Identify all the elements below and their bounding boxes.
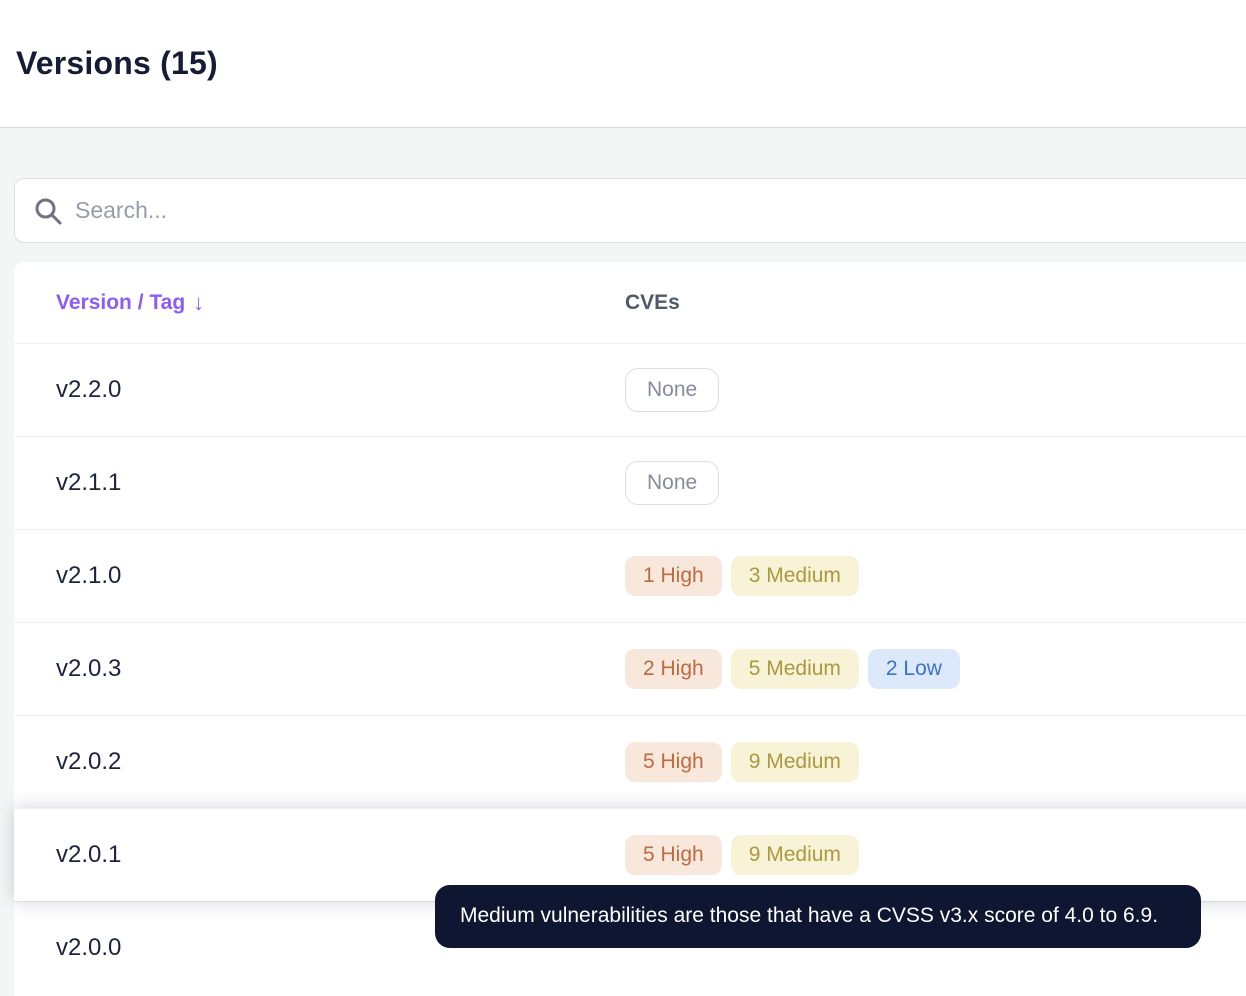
table-row[interactable]: v2.0.3 2 High 5 Medium 2 Low [14,622,1246,715]
version-label: v2.0.1 [56,841,122,868]
cve-badge-medium[interactable]: 3 Medium [730,556,859,596]
sort-descending-icon: ↓ [193,289,205,315]
version-label: v2.0.3 [56,655,122,682]
table-row[interactable]: v2.1.1 None [14,436,1246,529]
cves-cell: 1 High 3 Medium [625,556,1246,596]
cve-badge-medium[interactable]: 5 Medium [730,649,859,689]
cve-badge-low[interactable]: 2 Low [867,649,960,689]
versions-page: Versions (15) Version / Tag ↓ [0,0,1246,996]
table-row[interactable]: v2.2.0 None [14,343,1246,436]
column-cves-label: CVEs [625,290,680,314]
cve-badge-high[interactable]: 2 High [625,649,722,689]
version-label: v2.2.0 [56,376,122,403]
table-row[interactable]: v2.1.0 1 High 3 Medium [14,529,1246,622]
cves-cell: 5 High 9 Medium [625,742,1246,782]
search-box[interactable] [14,178,1246,243]
search-icon [33,196,63,226]
cve-badge-none[interactable]: None [625,461,720,505]
column-version-label: Version / Tag [56,290,186,314]
cves-cell: 5 High 9 Medium [625,835,1246,875]
cves-cell: None [625,461,1246,505]
version-label: v2.1.0 [56,562,122,589]
column-header-cves: CVEs [625,291,1246,315]
cve-badge-high[interactable]: 5 High [625,835,722,875]
table-row[interactable]: v2.0.2 5 High 9 Medium [14,715,1246,808]
medium-cve-tooltip: Medium vulnerabilities are those that ha… [435,885,1201,948]
content-area: Version / Tag ↓ CVEs v2.2.0 None v2.1.1 Non… [0,128,1246,996]
page-header: Versions (15) [0,0,1246,128]
cve-badge-high[interactable]: 5 High [625,742,722,782]
column-header-version: Version / Tag ↓ [14,290,625,316]
table-header-row: Version / Tag ↓ CVEs [14,262,1246,343]
cves-cell: 2 High 5 Medium 2 Low [625,649,1246,689]
version-label: v2.1.1 [56,469,122,496]
cve-badge-none[interactable]: None [625,368,720,412]
cve-badge-medium[interactable]: 9 Medium [730,742,859,782]
cve-badge-medium[interactable]: 9 Medium [730,835,859,875]
cves-cell: None [625,368,1246,412]
cve-badge-high[interactable]: 1 High [625,556,722,596]
sort-by-version-button[interactable]: Version / Tag ↓ [56,290,204,316]
version-label: v2.0.2 [56,748,122,775]
search-input[interactable] [75,197,1246,224]
page-title: Versions (15) [16,45,218,81]
